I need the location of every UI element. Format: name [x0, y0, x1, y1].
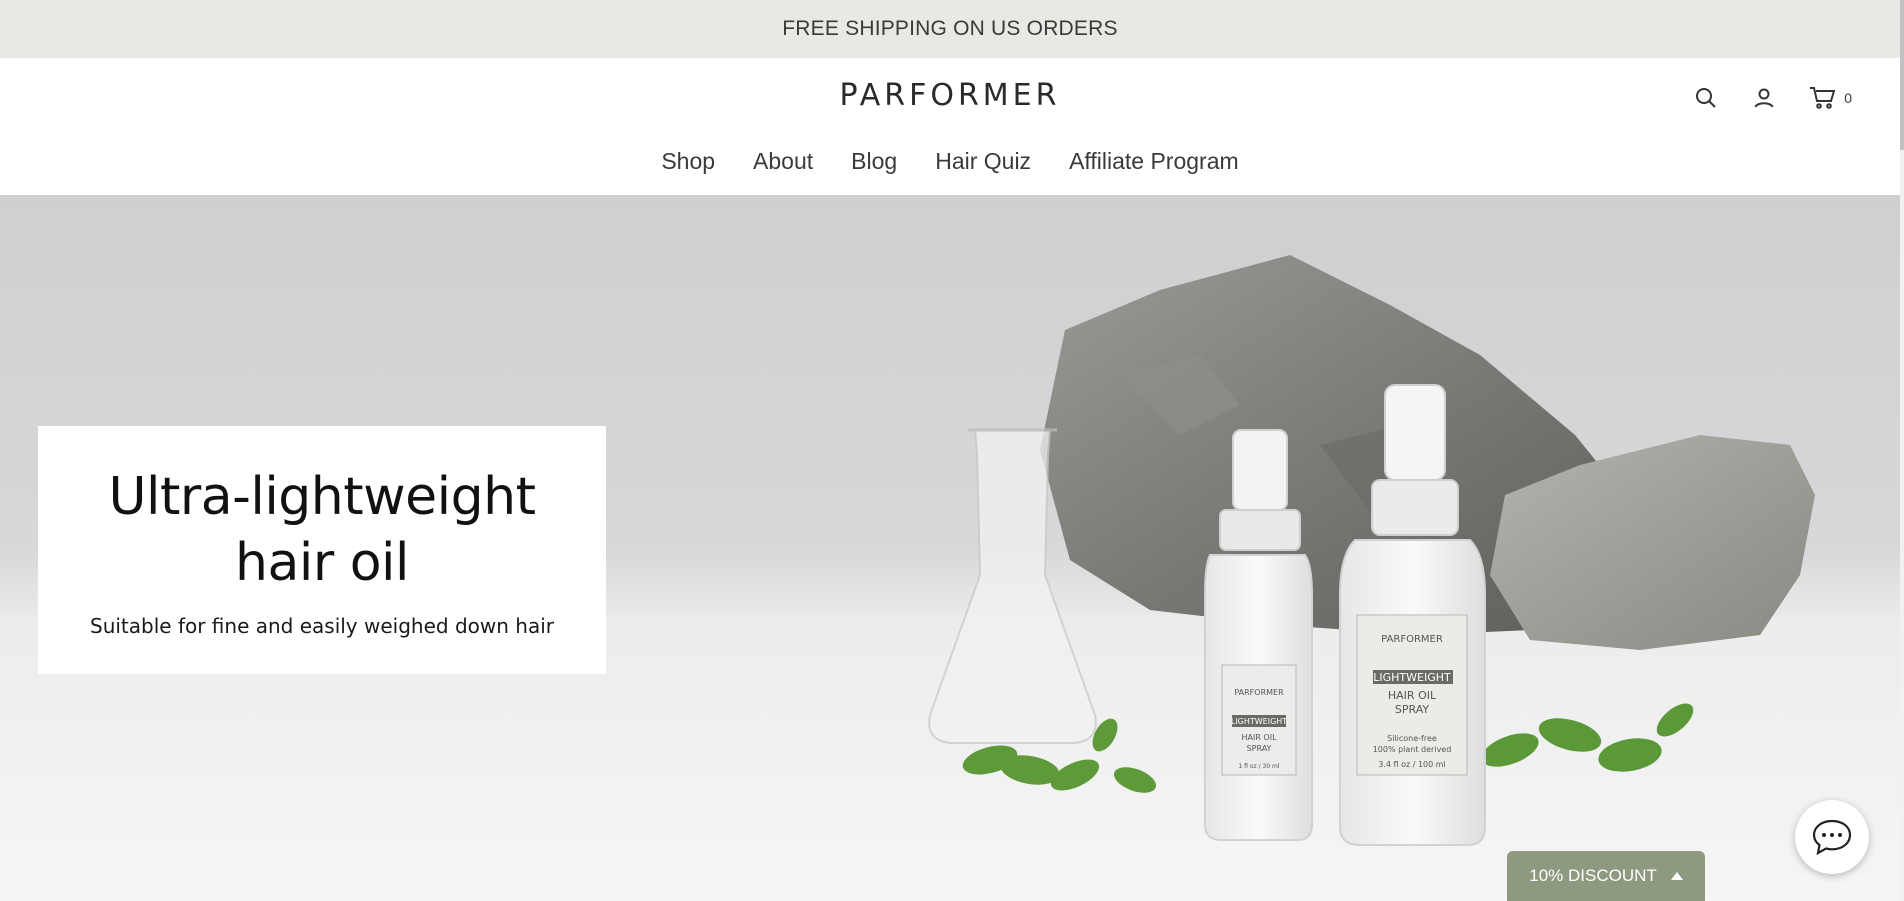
hero-subtitle: Suitable for fine and easily weighed dow…	[90, 614, 554, 638]
svg-text:PARFORMER: PARFORMER	[1381, 634, 1443, 645]
svg-text:1 fl oz / 30 ml: 1 fl oz / 30 ml	[1238, 763, 1279, 770]
nav-shop[interactable]: Shop	[661, 148, 715, 175]
svg-text:3.4 fl oz / 100 ml: 3.4 fl oz / 100 ml	[1378, 760, 1446, 769]
page-scrollbar[interactable]	[1900, 0, 1904, 901]
hero-text-card: Ultra-lightweight hair oil Suitable for …	[38, 426, 606, 674]
site-header: PARFORMER 0 Shop About Blog Hair Quiz Af…	[0, 58, 1900, 196]
cart-button[interactable]: 0	[1808, 84, 1852, 112]
hero-banner: PARFORMER LIGHTWEIGHT HAIR OIL SPRAY 1 f…	[0, 195, 1900, 901]
discount-label: 10% DISCOUNT	[1529, 866, 1657, 885]
chevron-up-icon	[1670, 872, 1683, 880]
announcement-text: FREE SHIPPING ON US ORDERS	[782, 17, 1118, 40]
svg-text:SPRAY: SPRAY	[1395, 703, 1429, 716]
discount-tab[interactable]: 10% DISCOUNT	[1507, 851, 1705, 901]
search-icon[interactable]	[1692, 84, 1720, 112]
svg-text:Silicone-free: Silicone-free	[1387, 734, 1437, 743]
chat-icon	[1812, 819, 1852, 856]
nav-blog[interactable]: Blog	[851, 148, 897, 175]
chat-button[interactable]	[1795, 800, 1869, 874]
brand-logo[interactable]: PARFORMER	[0, 78, 1900, 113]
svg-text:SPRAY: SPRAY	[1247, 744, 1272, 753]
nav-hair-quiz[interactable]: Hair Quiz	[935, 148, 1031, 175]
cart-icon	[1808, 84, 1836, 112]
svg-text:LIGHTWEIGHT: LIGHTWEIGHT	[1373, 671, 1451, 684]
scrollbar-thumb[interactable]	[1900, 0, 1904, 150]
nav-affiliate-program[interactable]: Affiliate Program	[1069, 148, 1239, 175]
announcement-bar: FREE SHIPPING ON US ORDERS	[0, 0, 1900, 58]
svg-text:HAIR OIL: HAIR OIL	[1388, 689, 1437, 702]
header-icons: 0	[1692, 84, 1852, 112]
svg-text:LIGHTWEIGHT: LIGHTWEIGHT	[1231, 717, 1287, 726]
svg-text:PARFORMER: PARFORMER	[1234, 688, 1284, 697]
cart-count: 0	[1844, 90, 1852, 106]
nav-about[interactable]: About	[753, 148, 813, 175]
main-nav: Shop About Blog Hair Quiz Affiliate Prog…	[0, 148, 1900, 175]
hero-title: Ultra-lightweight hair oil	[108, 467, 536, 593]
mint-leaves-right	[1481, 703, 1694, 772]
svg-text:HAIR OIL: HAIR OIL	[1241, 733, 1277, 742]
account-icon[interactable]	[1750, 84, 1778, 112]
svg-text:100% plant derived: 100% plant derived	[1373, 745, 1452, 754]
